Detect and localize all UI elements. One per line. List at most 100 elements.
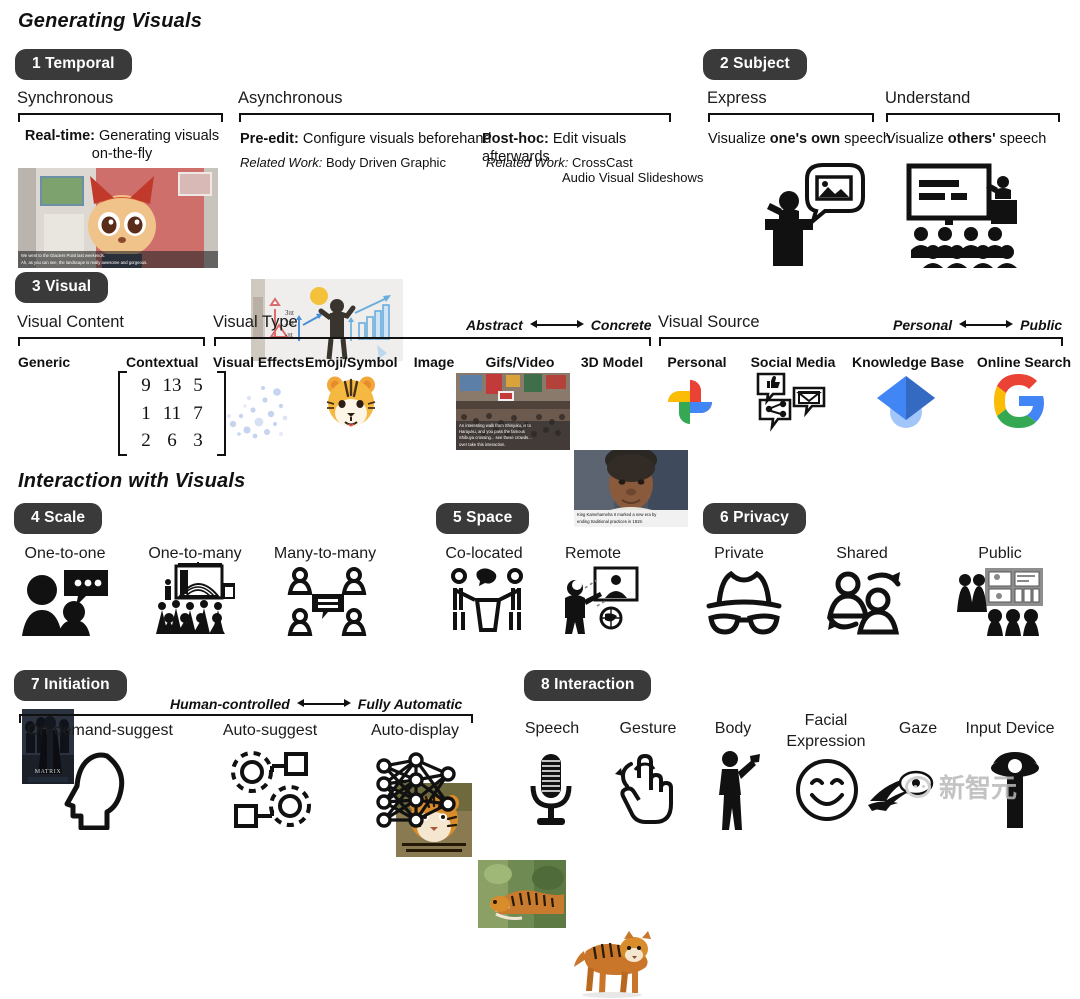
presenter-audience-icon — [152, 562, 242, 634]
tiger-face-emoji — [323, 372, 379, 432]
label-real-time: Real-time: Generating visuals on-the-fly — [22, 127, 222, 163]
dimension-pill-initiation[interactable]: 7 Initiation — [14, 670, 127, 702]
google-g-icon — [992, 374, 1046, 428]
two-people-chat-icon — [20, 568, 110, 636]
label-input-device: Input Device — [965, 720, 1055, 737]
dimension-pill-interaction[interactable]: 8 Interaction — [524, 670, 652, 702]
tiger-3d-model — [570, 925, 654, 999]
label-shared: Shared — [836, 545, 888, 562]
gears-nodes-icon — [228, 748, 320, 832]
dimension-pill-visual[interactable]: 3 Visual — [15, 272, 109, 304]
section-title-generating-visuals: Generating Visuals — [18, 10, 203, 32]
matrix-cell: 1 — [141, 402, 151, 424]
heading-visual-source: Visual Source — [658, 313, 760, 331]
understand-desc-post: speech — [995, 131, 1047, 147]
label-one-to-one: One-to-one — [24, 545, 106, 562]
related-value-post-hoc: CrossCast — [572, 155, 633, 170]
understand-desc-bold: others' — [947, 131, 996, 147]
caption-crosscast: An interesting walk from Shinjuku, is to… — [456, 420, 570, 450]
bracket-visual-content — [18, 337, 205, 346]
google-scholar-icon — [875, 372, 937, 432]
label-source-online-search: Online Search — [976, 354, 1072, 370]
section-title-interaction-with-visuals: Interaction with Visuals — [18, 470, 246, 492]
label-on-demand-suggest: On-demand-suggest — [27, 722, 173, 739]
label-speech: Speech — [524, 720, 580, 737]
label-real-time-rest: Generating visuals — [99, 128, 220, 144]
related-prefix-post-hoc: Related Work: — [486, 155, 569, 170]
social-bubbles-icon — [752, 370, 830, 432]
thumbnail-crosscast-shibuya: An interesting walk from Shinjuku, is to… — [456, 373, 570, 450]
matrix-cell: 2 — [141, 430, 151, 452]
watermark-text: 新智元 — [939, 774, 1018, 804]
related-value-pre-edit: Body Driven Graphic — [326, 155, 446, 170]
label-auto-display: Auto-display — [370, 722, 460, 739]
matrix-cell: 7 — [193, 402, 203, 424]
bracket-express — [708, 113, 874, 122]
neural-network-icon — [370, 750, 462, 830]
incognito-hat-glasses-icon — [705, 570, 783, 636]
tiger-video — [478, 860, 566, 928]
label-3d-model: 3D Model — [580, 354, 644, 370]
bracket-asynchronous — [239, 113, 671, 122]
label-express-desc: Visualize one's own speech — [708, 130, 891, 148]
heading-synchronous: Synchronous — [17, 89, 114, 107]
spectrum-visual-type: Abstract Concrete — [466, 317, 651, 333]
dimension-pill-scale[interactable]: 4 Scale — [14, 503, 103, 535]
label-source-personal: Personal — [667, 354, 727, 370]
matrix-grid: 9 13 5 1 11 7 2 6 3 — [127, 371, 217, 456]
label-visual-effects: Visual Effects — [213, 354, 305, 370]
three-people-table-icon — [447, 568, 527, 634]
google-photos-icon — [664, 376, 716, 428]
heading-express: Express — [707, 89, 767, 107]
label-post-hoc-bold: Post-hoc: — [482, 131, 549, 147]
matrix-cell: 5 — [193, 375, 203, 396]
spectrum-left-personal: Personal — [893, 317, 953, 333]
label-pre-edit-bold: Pre-edit: — [240, 131, 299, 147]
heading-visual-content: Visual Content — [17, 313, 125, 331]
matrix-cell: 6 — [167, 430, 177, 452]
related-value2-post-hoc: Audio Visual Slideshows — [562, 170, 704, 185]
label-real-time-bold: Real-time: — [24, 128, 95, 144]
related-prefix-pre-edit: Related Work: — [240, 155, 323, 170]
matrix-cell: 3 — [193, 430, 203, 452]
two-people-sync-icon — [826, 566, 906, 636]
caption-slideshows: King Kamehameha II marked a new era by e… — [574, 510, 688, 527]
spectrum-left-human-controlled: Human-controlled — [170, 696, 290, 712]
four-people-chat-icon — [286, 566, 368, 636]
label-image: Image — [413, 354, 455, 370]
label-contextual: Contextual — [126, 354, 199, 370]
bracket-visual-type — [214, 337, 651, 346]
express-desc-bold: one's own — [769, 131, 841, 147]
double-arrow-icon — [296, 698, 351, 710]
dimension-pill-temporal[interactable]: 1 Temporal — [15, 49, 132, 81]
head-profile-icon — [55, 750, 127, 830]
express-desc-post: speech — [840, 131, 891, 147]
heading-asynchronous: Asynchronous — [238, 89, 343, 107]
label-gesture: Gesture — [619, 720, 677, 737]
audience-presentation-icon — [905, 162, 1023, 268]
label-source-knowledge-base: Knowledge Base — [851, 354, 965, 370]
related-work-pre-edit: Related Work: Body Driven Graphic — [240, 155, 446, 172]
label-co-located: Co-located — [445, 545, 523, 562]
dimension-pill-privacy[interactable]: 6 Privacy — [703, 503, 806, 535]
label-facial-expression: Expression — [786, 733, 866, 750]
understand-desc-pre: Visualize — [886, 131, 948, 147]
public-display-crowd-icon — [955, 566, 1045, 636]
label-pre-edit-rest: Configure visuals beforehand — [302, 131, 492, 147]
smiley-face-icon — [795, 758, 859, 822]
label-body: Body — [714, 720, 752, 737]
label-one-to-many: One-to-many — [148, 545, 242, 562]
label-auto-suggest: Auto-suggest — [222, 722, 318, 739]
microphone-icon — [527, 752, 575, 828]
label-facial: Facial — [804, 712, 848, 729]
dimension-pill-subject[interactable]: 2 Subject — [703, 49, 807, 81]
spectrum-right-concrete: Concrete — [590, 317, 652, 333]
speaker-podium-image-bubble-icon — [755, 163, 865, 267]
spectrum-right-public: Public — [1020, 317, 1063, 333]
wechat-logo-icon — [905, 775, 931, 798]
dimension-pill-space[interactable]: 5 Space — [436, 503, 530, 535]
label-gifs-video: Gifs/Video — [485, 354, 555, 370]
matrix-cell: 13 — [162, 375, 182, 396]
label-understand-desc: Visualize others' speech — [886, 130, 1046, 148]
spectrum-right-fully-automatic: Fully Automatic — [357, 696, 463, 712]
